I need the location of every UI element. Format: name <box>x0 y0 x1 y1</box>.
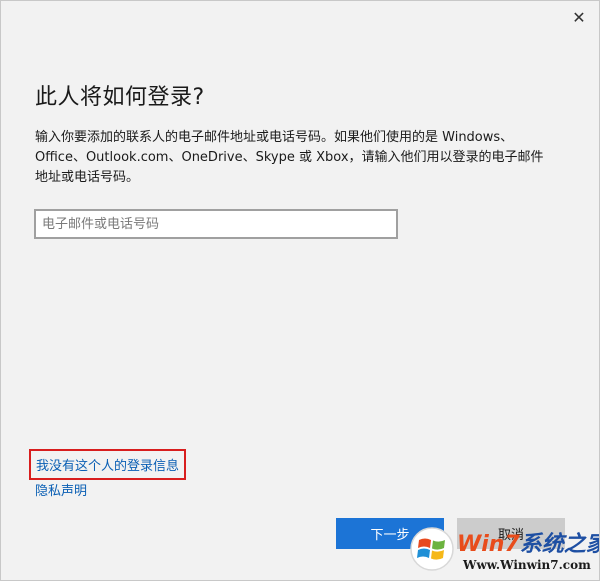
no-signin-info-link[interactable]: 我没有这个人的登录信息 <box>29 449 187 480</box>
watermark-brand-win7: Win7 <box>457 532 520 557</box>
dialog-description: 输入你要添加的联系人的电子邮件地址或电话号码。如果他们使用的是 Windows、… <box>35 130 544 185</box>
watermark-brand-name: 系统之家 <box>519 532 600 557</box>
windows-logo-icon <box>410 527 454 571</box>
watermark-url: Www.Winwin7.com <box>463 558 591 572</box>
email-or-phone-input[interactable] <box>34 209 398 239</box>
dialog-title: 此人将如何登录? <box>35 85 205 110</box>
watermark-brand: Win7系统之家 <box>457 526 600 558</box>
close-button[interactable]: ✕ <box>565 5 593 29</box>
dialog-window: ✕ 此人将如何登录? 输入你要添加的联系人的电子邮件地址或电话号码。如果他们使用… <box>0 0 600 581</box>
site-watermark: Win7系统之家 Www.Winwin7.com <box>407 520 599 578</box>
close-icon: ✕ <box>572 7 586 27</box>
privacy-statement-link[interactable]: 隐私声明 <box>35 480 87 499</box>
